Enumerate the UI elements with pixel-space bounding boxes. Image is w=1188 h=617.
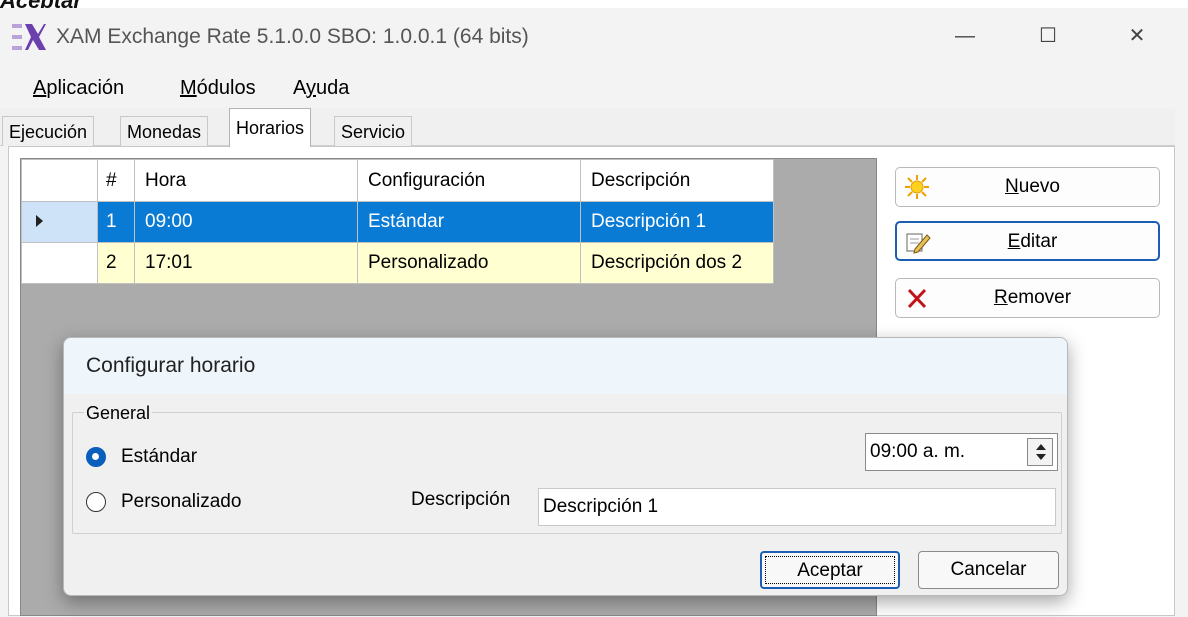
menu-modulos[interactable]: Módulos	[180, 74, 256, 102]
column-header-num[interactable]: #	[97, 159, 135, 202]
time-spinner[interactable]	[1027, 438, 1053, 466]
cell-num[interactable]: 1	[97, 201, 135, 243]
configurar-horario-dialog: Configurar horario General Estándar Pers…	[63, 337, 1068, 596]
cell-hora[interactable]: 17:01	[134, 242, 358, 284]
minimize-button[interactable]: —	[943, 20, 987, 52]
tab-ejecucion[interactable]: Ejecución	[2, 116, 95, 146]
schedule-grid: # Hora Configuración Descripción 1 09:00…	[21, 159, 774, 284]
current-row-arrow-icon	[36, 215, 43, 227]
cell-configuracion[interactable]: Estándar	[357, 201, 581, 243]
tab-servicio[interactable]: Servicio	[334, 116, 413, 146]
cancelar-button[interactable]: Cancelar	[918, 551, 1059, 589]
cell-num[interactable]: 2	[97, 242, 135, 284]
nuevo-button[interactable]: Nuevo	[895, 167, 1160, 207]
window-title: XAM Exchange Rate 5.1.0.0 SBO: 1.0.0.1 (…	[56, 25, 529, 48]
aceptar-button[interactable]: Aceptar	[760, 551, 900, 589]
grid-header-row: # Hora Configuración Descripción	[21, 159, 774, 202]
column-header-descripcion[interactable]: Descripción	[580, 159, 774, 202]
cell-descripcion[interactable]: Descripción 1	[580, 201, 774, 243]
maximize-button[interactable]: ☐	[1026, 20, 1070, 52]
sun-new-icon	[905, 175, 929, 199]
remover-label: Remover	[993, 287, 1072, 308]
description-label: Descripción	[411, 489, 511, 510]
menu-aplicacion[interactable]: Aplicación	[33, 74, 124, 102]
radio-estandar-label[interactable]: Estándar	[121, 445, 197, 469]
row-header-corner	[21, 159, 98, 202]
table-row[interactable]: 1 09:00 Estándar Descripción 1	[21, 201, 774, 243]
focus-rectangle	[765, 556, 895, 584]
edit-pencil-icon	[906, 233, 931, 254]
nuevo-label: Nuevo	[1005, 176, 1060, 197]
cancelar-label: Cancelar	[950, 559, 1027, 580]
menu-bar	[0, 66, 1175, 108]
radio-personalizado-label[interactable]: Personalizado	[121, 490, 241, 514]
row-selector[interactable]	[21, 201, 98, 243]
column-header-hora[interactable]: Hora	[134, 159, 358, 202]
cell-configuracion[interactable]: Personalizado	[357, 242, 581, 284]
table-row[interactable]: 2 17:01 Personalizado Descripción dos 2	[21, 242, 774, 284]
cell-hora[interactable]: 09:00	[134, 201, 358, 243]
description-input[interactable]: Descripción 1	[538, 488, 1056, 526]
time-value: 09:00 a. m.	[870, 441, 966, 462]
radio-estandar[interactable]	[86, 447, 106, 467]
tab-monedas[interactable]: Monedas	[120, 116, 209, 146]
dialog-title: Configurar horario	[64, 338, 1067, 394]
menu-ayuda[interactable]: Ayuda	[293, 74, 349, 102]
cell-descripcion[interactable]: Descripción dos 2	[580, 242, 774, 284]
editar-label: Editar	[1007, 231, 1058, 252]
tab-horarios[interactable]: Horarios	[229, 108, 312, 147]
column-header-configuracion[interactable]: Configuración	[357, 159, 581, 202]
radio-personalizado[interactable]	[86, 492, 106, 512]
remove-x-icon	[907, 288, 927, 309]
close-button[interactable]: ✕	[1115, 20, 1159, 52]
time-picker[interactable]: 09:00 a. m.	[865, 433, 1058, 471]
general-group-label: General	[84, 403, 153, 423]
spinner-down-icon[interactable]	[1036, 454, 1046, 460]
spinner-up-icon[interactable]	[1036, 444, 1046, 450]
cropped-caption: Aceptar	[0, 0, 300, 8]
app-logo-icon	[12, 24, 46, 50]
row-selector[interactable]	[21, 242, 98, 284]
remover-button[interactable]: Remover	[895, 278, 1160, 318]
editar-button[interactable]: Editar	[895, 221, 1160, 261]
